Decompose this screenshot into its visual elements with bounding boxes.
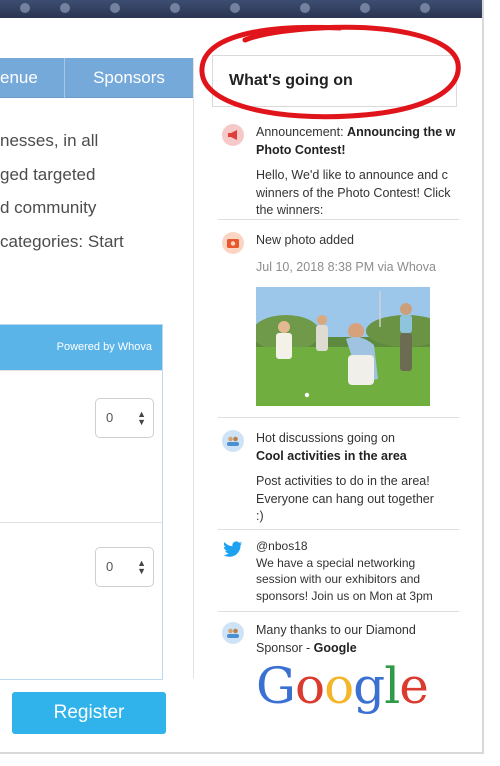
golf-photo[interactable] (256, 287, 430, 406)
feed-item-title-cont: Sponsor - Google (256, 640, 357, 655)
feed-item[interactable]: Announcement: Announcing the w Photo Con… (218, 110, 459, 220)
tab-venue[interactable]: enue (0, 58, 63, 98)
quantity-stepper[interactable]: 0 ▲ ▼ (95, 398, 154, 438)
logo-letter: o (324, 657, 354, 715)
feed-item-text: Post activities to do in the area! (256, 474, 430, 488)
intro-line: nesses, in all (0, 131, 99, 150)
header-banner-image (0, 0, 482, 18)
feed-item-body: New photo added Jul 10, 2018 8:38 PM via… (256, 232, 459, 406)
feed-item-body: Many thanks to our Diamond Sponsor - Goo… (256, 622, 459, 713)
column-divider (193, 58, 194, 678)
intro-text: nesses, in all ged targeted d community … (0, 124, 190, 258)
feed-item-title: Many thanks to our Diamond (256, 623, 416, 637)
feed-item[interactable]: Hot discussions going on Cool activities… (218, 418, 459, 530)
logo-letter: l (384, 657, 400, 715)
logo-letter: G (256, 657, 296, 715)
ticket-row: 0 ▲ ▼ (0, 522, 162, 680)
announcement-icon (222, 124, 244, 146)
nav-bar: enue Sponsors (0, 58, 193, 98)
feed-item-title: Hot discussions going on (256, 431, 395, 445)
register-button[interactable]: Register (12, 692, 166, 734)
ticket-row: 0 ▲ ▼ (0, 370, 162, 522)
feed-item-text: sponsors! Join us on Mon at 3pm (256, 588, 433, 603)
tab-sponsors[interactable]: Sponsors (64, 58, 193, 98)
sponsor-icon (222, 622, 244, 644)
feed-item-title-bold: Cool activities in the area (256, 448, 407, 463)
intro-line: ged targeted (0, 164, 96, 184)
feed-item[interactable]: Many thanks to our Diamond Sponsor - Goo… (218, 612, 459, 724)
logo-letter: g (353, 657, 385, 715)
twitter-icon (222, 538, 244, 560)
feed-item-text: We have a special networking (256, 555, 416, 570)
feed-item-title: New photo added (256, 233, 354, 247)
ticket-widget: Powered by Whova 0 ▲ ▼ 0 ▲ ▼ (0, 324, 163, 680)
ticket-widget-header: Powered by Whova (0, 325, 162, 370)
discussion-icon (222, 430, 244, 452)
quantity-value: 0 (106, 410, 114, 425)
photo-icon (222, 232, 244, 254)
quantity-stepper[interactable]: 0 ▲ ▼ (95, 547, 154, 587)
feed-item[interactable]: New photo added Jul 10, 2018 8:38 PM via… (218, 220, 459, 418)
feed-item-title-cont: Photo Contest! (256, 142, 346, 157)
feed-item-text: :) (256, 509, 264, 523)
feed-item-text: Hello, We'd like to announce and c (256, 168, 448, 182)
feed-header: What's going on (212, 55, 457, 107)
feed-item-text: the winners: (256, 203, 324, 217)
page: enue Sponsors nesses, in all ged targete… (0, 0, 484, 754)
feed-item-timestamp: Jul 10, 2018 8:38 PM via Whova (256, 259, 436, 274)
logo-letter: e (399, 657, 429, 715)
stepper-arrows-icon: ▲ ▼ (137, 558, 146, 576)
google-logo: Google (256, 659, 459, 713)
logo-letter: o (294, 657, 325, 715)
feed-title: What's going on (229, 72, 353, 89)
feed-item-body: Hot discussions going on Cool activities… (256, 430, 459, 526)
feed-item-body: Announcement: Announcing the w Photo Con… (256, 124, 459, 220)
feed-item-text: session with our exhibitors and (256, 572, 421, 586)
intro-line: categories: Start (0, 231, 124, 251)
feed-item[interactable]: @nbos18 We have a special networking ses… (218, 530, 459, 612)
quantity-value: 0 (106, 559, 114, 574)
feed-item-body: @nbos18 We have a special networking ses… (256, 538, 459, 604)
feed-item-text: Everyone can hang out together (256, 491, 434, 506)
feed-item-title: Announcement: Announcing the w (256, 125, 456, 139)
intro-line: d community (0, 198, 97, 217)
activity-feed: Announcement: Announcing the w Photo Con… (218, 110, 459, 724)
tweet-handle: @nbos18 (256, 539, 308, 553)
feed-item-text: winners of the Photo Contest! Click (256, 185, 451, 200)
stepper-arrows-icon: ▲ ▼ (137, 409, 146, 427)
